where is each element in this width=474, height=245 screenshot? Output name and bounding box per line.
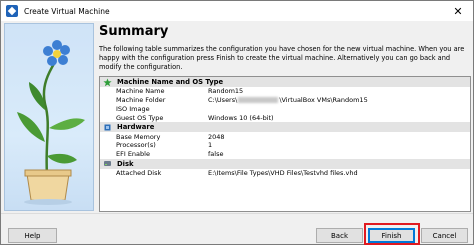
finish-button-label: Finish: [381, 231, 402, 240]
row-key: ISO Image: [116, 104, 150, 113]
window-title: Create Virtual Machine: [24, 6, 110, 16]
row-key: EFI Enable: [116, 150, 150, 159]
cancel-button-label: Cancel: [432, 231, 457, 240]
title-bar: Create Virtual Machine ✕: [1, 1, 473, 21]
row-value: Random15: [208, 87, 244, 96]
table-row: Guest OS Type Windows 10 (64-bit): [100, 113, 470, 122]
row-key: Machine Folder: [116, 96, 166, 105]
table-row: Machine Folder C:\Users\ \VirtualBox VMs\…: [100, 96, 470, 105]
back-button[interactable]: Back: [316, 228, 363, 243]
virtualbox-icon: [6, 5, 18, 17]
flower-pot-icon: [17, 40, 85, 205]
table-row: EFI Enable false: [100, 150, 470, 159]
row-value: E:\Items\File Types\VHD Files\Testvhd fi…: [208, 168, 358, 177]
row-value: Windows 10 (64-bit): [208, 113, 274, 122]
page-description: The following table summarizes the confi…: [99, 45, 465, 71]
wizard-illustration: [4, 23, 94, 211]
cancel-button[interactable]: Cancel: [421, 228, 468, 243]
row-value: 1: [208, 141, 213, 150]
help-button-label: Help: [24, 231, 41, 240]
row-key: Machine Name: [116, 87, 165, 96]
row-key: Guest OS Type: [116, 113, 164, 122]
create-vm-dialog: Create Virtual Machine ✕ Summary The fol…: [0, 0, 474, 245]
finish-button[interactable]: Finish: [368, 228, 415, 243]
table-row: Base Memory 2048: [100, 132, 470, 141]
row-key: Attached Disk: [116, 168, 162, 177]
table-row: Machine Name Random15: [100, 87, 470, 96]
table-row: Attached Disk E:\Items\File Types\VHD Fi…: [100, 169, 470, 178]
row-value: 2048: [208, 132, 225, 141]
section-hardware: Hardware: [100, 122, 470, 133]
hard-disk-icon: [103, 159, 112, 168]
row-value: C:\Users\ \VirtualBox VMs\Random15: [208, 96, 470, 104]
button-bar: Help Back Finish Cancel: [1, 213, 473, 245]
section-disk: Disk: [100, 158, 470, 169]
section-machine-name-os-type: Machine Name and OS Type: [100, 77, 470, 87]
summary-table: Machine Name and OS Type Machine Name Ra…: [99, 76, 471, 212]
page-title: Summary: [99, 24, 169, 39]
row-value: false: [208, 150, 224, 159]
folder-path-suffix: \VirtualBox VMs\Random15: [279, 96, 368, 105]
section-title: Hardware: [117, 123, 155, 132]
chip-icon: [103, 123, 112, 132]
section-title: Disk: [117, 159, 134, 168]
section-title: Machine Name and OS Type: [117, 78, 224, 86]
wizard-content: Summary The following table summarizes t…: [1, 21, 473, 213]
table-row: Processor(s) 1: [100, 141, 470, 150]
close-icon[interactable]: ✕: [443, 1, 473, 21]
row-key: Base Memory: [116, 132, 161, 141]
help-button[interactable]: Help: [8, 228, 57, 243]
back-button-label: Back: [331, 231, 348, 240]
row-key: Processor(s): [116, 141, 156, 150]
table-row: ISO Image: [100, 105, 470, 114]
redacted-username: [238, 97, 279, 104]
green-star-icon: [103, 78, 112, 87]
folder-path-prefix: C:\Users\: [208, 96, 238, 105]
